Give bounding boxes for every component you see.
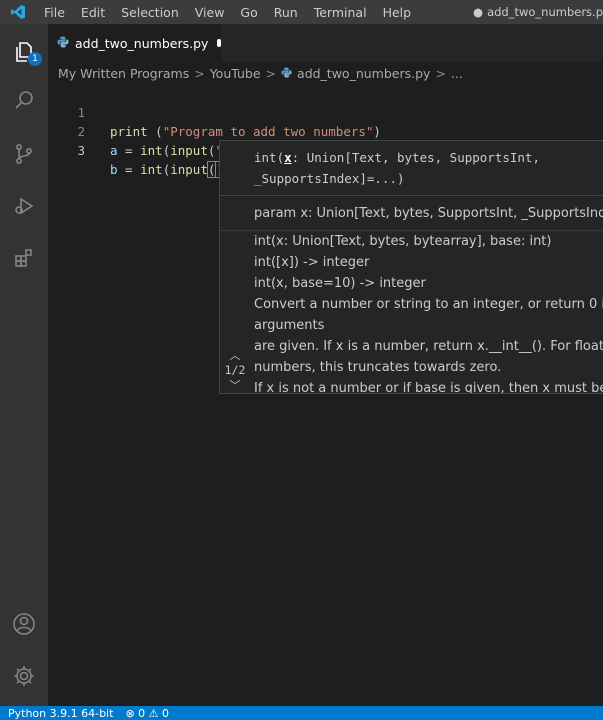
breadcrumb-item[interactable]: ...	[451, 66, 463, 81]
doc-line: int(x, base=10) -> integer	[254, 276, 426, 291]
error-count: 0	[138, 706, 146, 720]
extensions-icon	[15, 249, 32, 267]
search-button[interactable]	[0, 76, 48, 124]
menu-file[interactable]: File	[36, 5, 73, 20]
active-parameter: x	[284, 150, 292, 165]
run-debug-icon	[15, 197, 34, 215]
signature-navigation: ︿ 1/2 ﹀	[220, 347, 250, 393]
doc-line: numbers, this truncates towards zero.	[254, 360, 502, 375]
tab-label: add_two_numbers.py	[75, 35, 209, 51]
window-title-text: add_two_numbers.p	[487, 5, 603, 19]
unsaved-indicator-icon[interactable]	[217, 39, 221, 47]
code-line[interactable]: 3 b = int(input())	[48, 122, 603, 178]
search-icon	[15, 91, 33, 109]
menu-go[interactable]: Go	[232, 5, 265, 20]
source-control-button[interactable]	[0, 130, 48, 178]
chevron-right-icon: >	[194, 65, 205, 81]
breadcrumb-item[interactable]: My Written Programs	[58, 66, 189, 81]
chevron-right-icon: >	[265, 65, 277, 81]
account-icon	[13, 613, 35, 635]
line-number: 3	[77, 143, 85, 158]
python-interpreter[interactable]: Python 3.9.1 64-bit	[8, 707, 113, 720]
doc-line: arguments	[254, 318, 325, 333]
menu-help[interactable]: Help	[375, 5, 420, 20]
tab-add-two-numbers[interactable]: add_two_numbers.py	[48, 24, 221, 62]
code-line[interactable]: 1 print ("Program to add two numbers")	[48, 84, 603, 139]
tab-bar: add_two_numbers.py	[48, 24, 603, 62]
signature-counter: 1/2	[224, 363, 246, 377]
chevron-right-icon: >	[435, 65, 446, 81]
chevron-down-icon[interactable]: ﹀	[220, 377, 250, 393]
documentation: int(x: Union[Text, bytes, bytearray], ba…	[254, 231, 603, 394]
breadcrumb-item[interactable]: add_two_numbers.py	[297, 66, 430, 81]
breadcrumb-item[interactable]: YouTube	[210, 66, 261, 81]
breadcrumb: My Written Programs > YouTube > add_two_…	[48, 62, 603, 84]
chevron-up-icon[interactable]: ︿	[220, 347, 250, 363]
window-title: ● add_two_numbers.p	[473, 0, 603, 24]
source-control-icon	[16, 143, 33, 164]
signature: int(x: Union[Text, bytes, SupportsInt, _…	[254, 150, 540, 186]
code-text[interactable]: b = int(input())	[110, 160, 231, 179]
python-file-icon	[57, 36, 69, 51]
extensions-button[interactable]	[0, 234, 48, 282]
menu-terminal[interactable]: Terminal	[306, 5, 375, 20]
doc-line: int(x: Union[Text, bytes, bytearray], ba…	[254, 234, 552, 249]
warning-icon: ⚠	[148, 706, 159, 720]
code-line[interactable]: 2 a = int(input("Enter first number"))	[48, 103, 603, 158]
accounts-button[interactable]	[0, 600, 48, 648]
status-bar: Python 3.9.1 64-bit ⊗ 0 ⚠ 0	[0, 706, 603, 720]
python-file-icon	[281, 66, 292, 81]
doc-line: are given. If x is a number, return x.__…	[254, 339, 603, 354]
title-bar: File Edit Selection View Go Run Terminal…	[0, 0, 603, 24]
vscode-logo-icon	[0, 0, 36, 24]
unsaved-dot-icon: ●	[473, 5, 484, 19]
parameter-doc: param x: Union[Text, bytes, SupportsInt,…	[254, 206, 603, 221]
problems-indicator[interactable]: ⊗ 0 ⚠ 0	[125, 707, 169, 720]
explorer-badge: 1	[28, 52, 42, 66]
activity-bar: 1	[0, 24, 48, 706]
divider	[220, 195, 603, 196]
doc-line: If x is not a number or if base is given…	[254, 381, 603, 394]
warning-count: 0	[162, 706, 170, 720]
error-icon: ⊗	[125, 706, 135, 720]
menu-edit[interactable]: Edit	[73, 5, 113, 20]
explorer-button[interactable]: 1	[0, 28, 48, 76]
menu-view[interactable]: View	[187, 5, 233, 20]
run-debug-button[interactable]	[0, 182, 48, 230]
menu-run[interactable]: Run	[266, 5, 306, 20]
doc-line: int([x]) -> integer	[254, 255, 370, 270]
manage-button[interactable]	[0, 652, 48, 700]
parameter-hints-widget: int(x: Union[Text, bytes, SupportsInt, _…	[219, 140, 603, 394]
menu-selection[interactable]: Selection	[113, 5, 187, 20]
doc-line: Convert a number or string to an integer…	[254, 297, 603, 312]
gear-icon	[14, 666, 34, 686]
